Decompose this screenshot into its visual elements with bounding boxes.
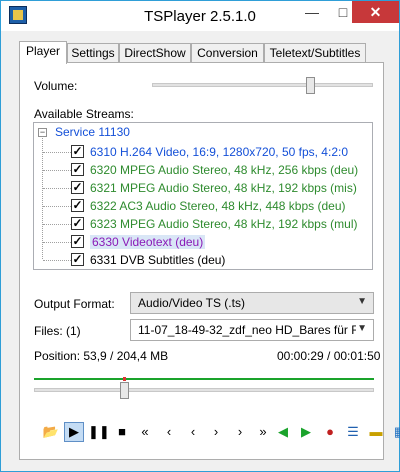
mark-in-icon[interactable]: ◀: [273, 422, 293, 442]
tab-player[interactable]: Player: [19, 41, 67, 64]
files-label: Files: (1): [34, 324, 81, 338]
position-marker: [123, 377, 126, 381]
stream-pid: 6321: [90, 181, 117, 195]
rewind-icon[interactable]: ‹: [159, 422, 179, 442]
volume-slider-track[interactable]: [152, 83, 373, 87]
stream-pid: 6323: [90, 217, 117, 231]
previous-icon[interactable]: ‹: [183, 422, 203, 442]
tree-connector: [43, 170, 71, 171]
stream-pid: 6330: [92, 235, 119, 249]
app-window: TSPlayer 2.5.1.0 — □ ✕ Player Settings D…: [0, 0, 400, 472]
next-icon[interactable]: ›: [206, 422, 226, 442]
stream-label: 6331 DVB Subtitles (deu): [90, 253, 225, 267]
info-icon[interactable]: ☰: [343, 422, 363, 442]
stop-icon[interactable]: ■: [112, 422, 132, 442]
open-folder-icon[interactable]: 📂: [41, 422, 61, 442]
service-node[interactable]: Service 11130: [55, 125, 130, 139]
stream-label: 6321 MPEG Audio Stereo, 48 kHz, 192 kbps…: [90, 181, 357, 195]
stream-checkbox[interactable]: ✓: [71, 217, 84, 230]
stream-checkbox[interactable]: ✓: [71, 235, 84, 248]
stream-pid: 6320: [90, 163, 117, 177]
output-format-label: Output Format:: [34, 297, 115, 311]
time-label: 00:00:29 / 00:01:50: [277, 349, 381, 363]
stream-description: AC3 Audio Stereo, 48 kHz, 448 kbps (deu): [119, 199, 346, 213]
stream-label: 6310 H.264 Video, 16:9, 1280x720, 50 fps…: [90, 145, 348, 159]
seek-slider-track[interactable]: [34, 388, 374, 392]
stream-pid: 6322: [90, 199, 117, 213]
stream-pid: 6310: [90, 145, 117, 159]
stream-checkbox[interactable]: ✓: [71, 145, 84, 158]
minimize-button[interactable]: —: [297, 1, 327, 23]
stream-label: 6320 MPEG Audio Stereo, 48 kHz, 256 kbps…: [90, 163, 358, 177]
stream-checkbox[interactable]: ✓: [71, 199, 84, 212]
stream-checkbox[interactable]: ✓: [71, 181, 84, 194]
tree-connector: [43, 152, 71, 153]
files-value: 11-07_18-49-32_zdf_neo HD_Bares für Rare: [138, 323, 356, 337]
stream-description: DVB Subtitles (deu): [120, 253, 226, 267]
collapse-toggle-icon[interactable]: −: [38, 128, 47, 137]
stream-description: MPEG Audio Stereo, 48 kHz, 192 kbps (mul…: [120, 217, 358, 231]
tab-directshow[interactable]: DirectShow: [119, 43, 191, 63]
tab-settings[interactable]: Settings: [67, 43, 119, 63]
stream-checkbox[interactable]: ✓: [71, 253, 84, 266]
subtitles-icon[interactable]: ▬: [366, 422, 386, 442]
tree-connector: [43, 242, 71, 243]
stream-pid: 6331: [90, 253, 117, 267]
stream-label: 6330 Videotext (deu): [90, 235, 206, 249]
title-bar[interactable]: TSPlayer 2.5.1.0 — □ ✕: [1, 1, 399, 31]
screenshot-icon[interactable]: ▦: [390, 422, 400, 442]
output-format-value: Audio/Video TS (.ts): [138, 296, 245, 310]
files-select[interactable]: 11-07_18-49-32_zdf_neo HD_Bares für Rare…: [130, 319, 374, 341]
record-icon[interactable]: ●: [320, 422, 340, 442]
tree-connector: [42, 138, 43, 259]
output-format-select[interactable]: Audio/Video TS (.ts) ▼: [130, 292, 374, 314]
chevron-down-icon: ▼: [357, 296, 367, 307]
stream-label: 6323 MPEG Audio Stereo, 48 kHz, 192 kbps…: [90, 217, 358, 231]
rewind-fast-icon[interactable]: «: [135, 422, 155, 442]
pause-icon[interactable]: ❚❚: [88, 422, 110, 442]
play-icon[interactable]: ▶: [64, 422, 84, 442]
tree-connector: [43, 188, 71, 189]
buffer-bar: [34, 378, 374, 380]
forward-fast-icon[interactable]: »: [253, 422, 273, 442]
forward-icon[interactable]: ›: [230, 422, 250, 442]
streams-label: Available Streams:: [34, 107, 134, 121]
stream-description: H.264 Video, 16:9, 1280x720, 50 fps, 4:2…: [120, 145, 348, 159]
chevron-down-icon: ▼: [357, 323, 367, 334]
stream-description: MPEG Audio Stereo, 48 kHz, 192 kbps (mis…: [120, 181, 357, 195]
volume-label: Volume:: [34, 79, 78, 93]
tab-teletext-subtitles[interactable]: Teletext/Subtitles: [264, 43, 366, 63]
stream-description: MPEG Audio Stereo, 48 kHz, 256 kbps (deu…: [120, 163, 359, 177]
position-label: Position: 53,9 / 204,4 MB: [34, 349, 169, 363]
seek-slider-thumb[interactable]: [120, 382, 129, 399]
volume-slider-thumb[interactable]: [306, 77, 315, 94]
tree-connector: [43, 206, 71, 207]
stream-checkbox[interactable]: ✓: [71, 163, 84, 176]
tab-conversion[interactable]: Conversion: [191, 43, 264, 63]
stream-description: Videotext (deu): [122, 235, 204, 249]
tree-connector: [43, 224, 71, 225]
mark-out-icon[interactable]: ▶: [296, 422, 316, 442]
stream-label: 6322 AC3 Audio Stereo, 48 kHz, 448 kbps …: [90, 199, 346, 213]
close-button[interactable]: ✕: [352, 1, 399, 23]
tree-connector: [43, 260, 71, 261]
